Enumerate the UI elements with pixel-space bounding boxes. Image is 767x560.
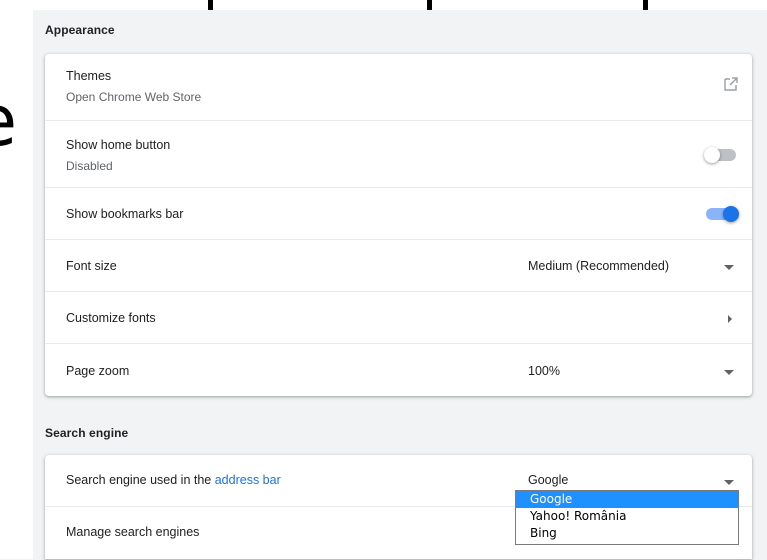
appearance-card: Themes Open Chrome Web Store Show home b… (45, 54, 752, 396)
bookmarks-bar-row[interactable]: Show bookmarks bar (45, 187, 752, 240)
chevron-down-icon (724, 265, 734, 270)
home-button-row[interactable]: Show home button Disabled (45, 120, 752, 188)
page-zoom-select[interactable]: 100% (515, 353, 752, 387)
background-letter: e (0, 86, 17, 156)
search-engine-section-title: Search engine (45, 426, 129, 440)
address-bar-link[interactable]: address bar (215, 473, 281, 487)
chevron-right-icon (728, 315, 732, 323)
font-size-label: Font size (66, 259, 117, 273)
toggle-knob (704, 147, 720, 163)
font-size-value: Medium (Recommended) (528, 259, 670, 273)
background-stroke (208, 0, 213, 10)
themes-sublabel: Open Chrome Web Store (66, 90, 202, 104)
toggle-knob (723, 206, 739, 222)
font-size-row: Font size Medium (Recommended) (45, 239, 752, 292)
customize-fonts-label: Customize fonts (66, 311, 156, 325)
themes-label: Themes (66, 69, 112, 83)
home-button-sublabel: Disabled (66, 159, 113, 173)
background-stroke (643, 0, 648, 10)
dropdown-option-google[interactable]: Google (516, 491, 738, 508)
open-in-new-icon[interactable] (723, 76, 739, 92)
customize-fonts-row[interactable]: Customize fonts (45, 291, 752, 344)
search-engine-used-label: Search engine used in the address bar (66, 473, 281, 487)
page-zoom-row: Page zoom 100% (45, 343, 752, 397)
page-zoom-label: Page zoom (66, 364, 130, 378)
chevron-down-icon (724, 370, 734, 375)
background-stroke (427, 0, 432, 10)
bookmarks-bar-label: Show bookmarks bar (66, 207, 184, 221)
font-size-select[interactable]: Medium (Recommended) (515, 248, 752, 282)
home-button-toggle[interactable] (704, 147, 738, 163)
home-button-label: Show home button (66, 138, 171, 152)
chevron-down-icon (724, 480, 734, 485)
page-zoom-value: 100% (528, 364, 560, 378)
themes-row[interactable]: Themes Open Chrome Web Store (45, 54, 752, 120)
dropdown-option-yahoo[interactable]: Yahoo! România (516, 509, 738, 525)
appearance-section-title: Appearance (45, 23, 115, 37)
search-engine-dropdown-list: Google Yahoo! România Bing (515, 490, 739, 545)
bookmarks-bar-toggle[interactable] (706, 206, 740, 222)
manage-search-engines-label: Manage search engines (66, 525, 200, 539)
search-engine-value: Google (528, 473, 569, 487)
background-top-strip (0, 0, 767, 10)
search-engine-used-label-text: Search engine used in the (66, 473, 215, 487)
dropdown-option-bing[interactable]: Bing (516, 526, 738, 542)
